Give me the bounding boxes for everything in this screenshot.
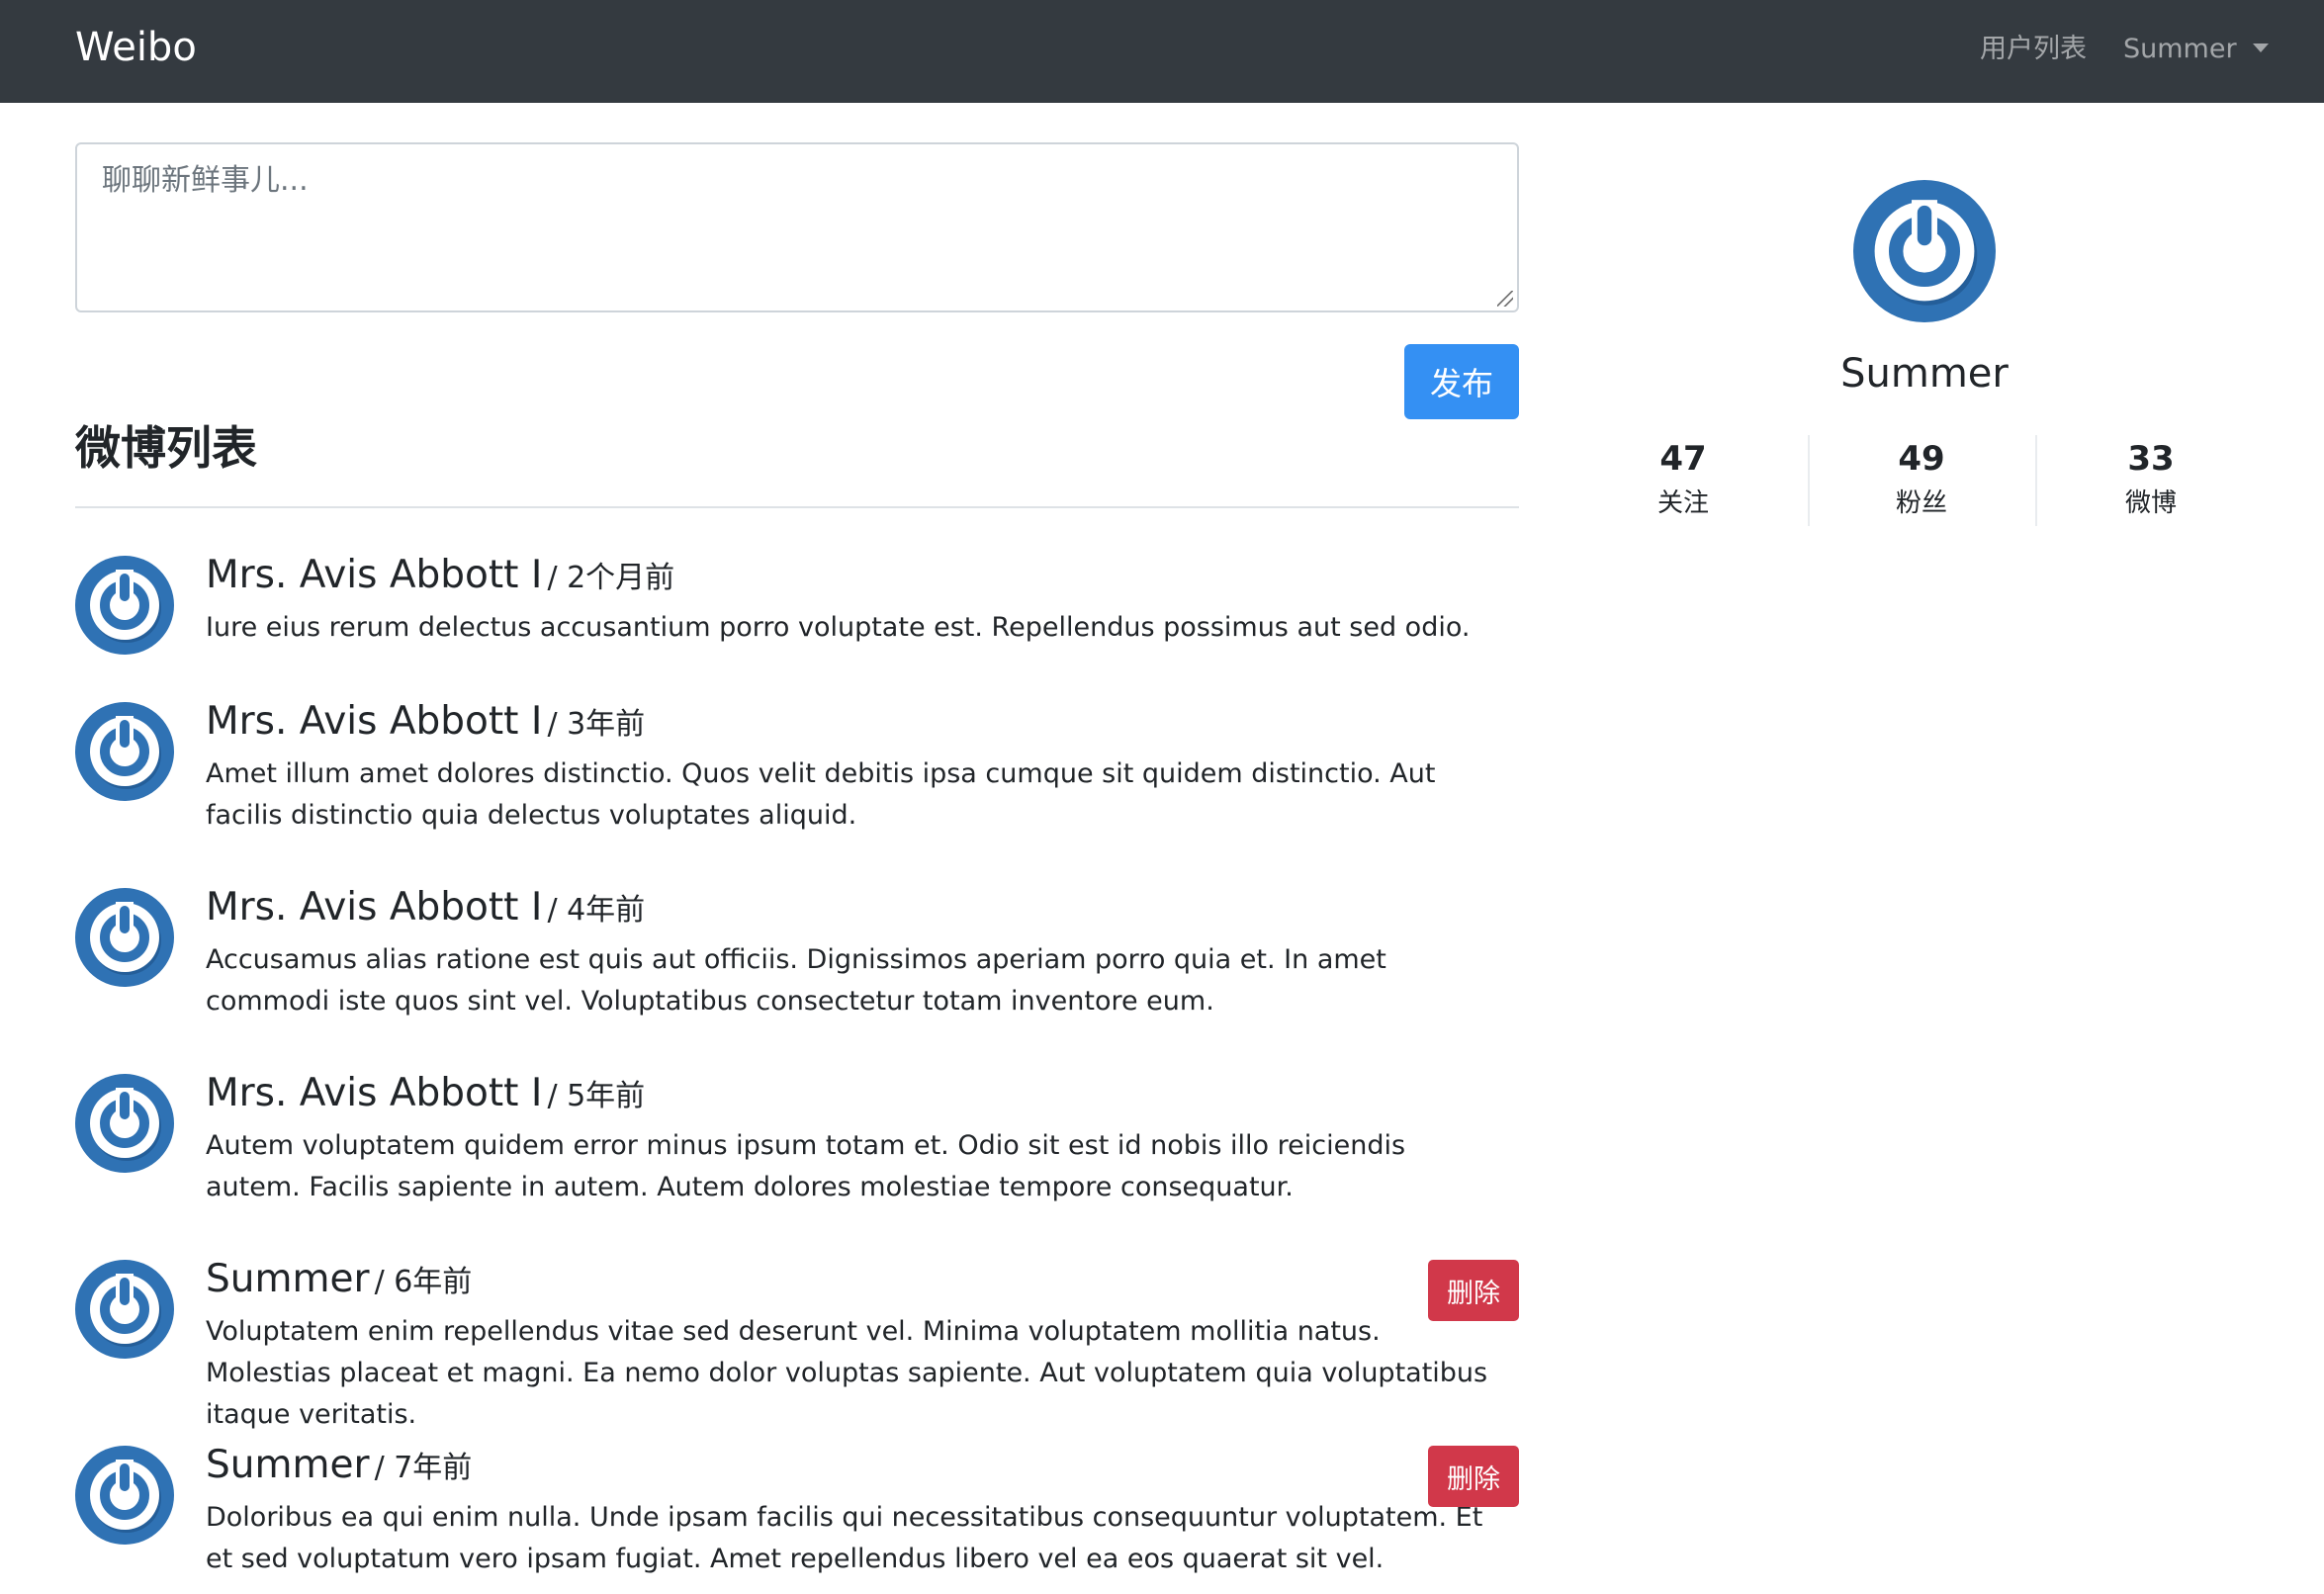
power-icon (75, 1446, 174, 1545)
profile-avatar[interactable] (1853, 180, 1996, 322)
resize-grip-icon[interactable] (1497, 291, 1513, 307)
stat-followers[interactable]: 49 粉丝 (1832, 435, 2011, 522)
stat-statuses[interactable]: 33 微博 (2062, 435, 2240, 522)
user-dropdown-toggle[interactable]: Summer (2123, 30, 2269, 69)
caret-down-icon (2252, 44, 2269, 52)
power-icon (75, 702, 174, 801)
user-dropdown-label: Summer (2123, 34, 2237, 64)
stat-label: 粉丝 (1895, 488, 1947, 518)
author-name[interactable]: Mrs. Avis Abbott I (206, 885, 542, 930)
status-header: Mrs. Avis Abbott I / 5年前 (206, 1070, 645, 1124)
textarea-placeholder: 聊聊新鲜事儿... (102, 163, 309, 198)
stat-value: 49 (1898, 439, 1945, 479)
status-time: / 4年前 (547, 893, 646, 928)
status-time: / 6年前 (374, 1265, 473, 1299)
user-avatar[interactable] (75, 888, 174, 987)
brand-logo[interactable]: Weibo (75, 22, 197, 73)
status-time: / 7年前 (374, 1451, 473, 1485)
user-avatar[interactable] (75, 1074, 174, 1173)
power-icon (75, 556, 174, 655)
status-header: Mrs. Avis Abbott I / 4年前 (206, 884, 645, 938)
status-content: Voluptatem enim repellendus vitae sed de… (206, 1316, 1488, 1430)
user-avatar[interactable] (75, 1260, 174, 1359)
status-header: Summer / 6年前 (206, 1256, 472, 1310)
power-icon (75, 1074, 174, 1173)
navbar: Weibo 用户列表 Summer (0, 0, 2324, 103)
power-icon (75, 1260, 174, 1359)
status-header: Mrs. Avis Abbott I / 3年前 (206, 698, 645, 753)
status-content: Doloribus ea qui enim nulla. Unde ipsam … (206, 1502, 1483, 1574)
author-name[interactable]: Mrs. Avis Abbott I (206, 699, 542, 744)
user-avatar[interactable] (75, 702, 174, 801)
user-avatar[interactable] (75, 556, 174, 655)
author-name[interactable]: Summer (206, 1257, 369, 1301)
power-icon (1853, 180, 1996, 322)
author-name[interactable]: Mrs. Avis Abbott I (206, 1071, 542, 1115)
stat-value: 33 (2127, 439, 2175, 479)
stat-divider (1808, 435, 1810, 526)
status-time: / 5年前 (547, 1079, 646, 1113)
stat-value: 47 (1659, 439, 1707, 479)
stat-following[interactable]: 47 关注 (1594, 435, 1772, 522)
feed-title: 微博列表 (75, 421, 257, 475)
delete-button[interactable]: 删除 (1428, 1446, 1519, 1507)
profile-name[interactable]: Summer (1776, 346, 2073, 401)
status-time: / 2个月前 (547, 561, 675, 595)
stat-label: 关注 (1656, 488, 1709, 518)
status-content: Autem voluptatem quidem error minus ipsu… (206, 1130, 1406, 1202)
stat-label: 微博 (2124, 488, 2177, 518)
user-avatar[interactable] (75, 1446, 174, 1545)
status-time: / 3年前 (547, 707, 646, 742)
status-header: Mrs. Avis Abbott I / 2个月前 (206, 552, 674, 606)
status-content: Amet illum amet dolores distinctio. Quos… (206, 758, 1436, 831)
status-content: Accusamus alias ratione est quis aut off… (206, 944, 1386, 1017)
status-content: Iure eius rerum delectus accusantium por… (206, 612, 1471, 643)
delete-button[interactable]: 删除 (1428, 1260, 1519, 1321)
nav-users-link[interactable]: 用户列表 (1980, 30, 2087, 69)
status-textarea[interactable]: 聊聊新鲜事儿... (75, 142, 1519, 312)
divider (75, 506, 1519, 508)
author-name[interactable]: Mrs. Avis Abbott I (206, 553, 542, 597)
status-header: Summer / 7年前 (206, 1442, 472, 1496)
stat-divider (2035, 435, 2037, 526)
publish-button[interactable]: 发布 (1404, 344, 1519, 419)
author-name[interactable]: Summer (206, 1443, 369, 1487)
power-icon (75, 888, 174, 987)
